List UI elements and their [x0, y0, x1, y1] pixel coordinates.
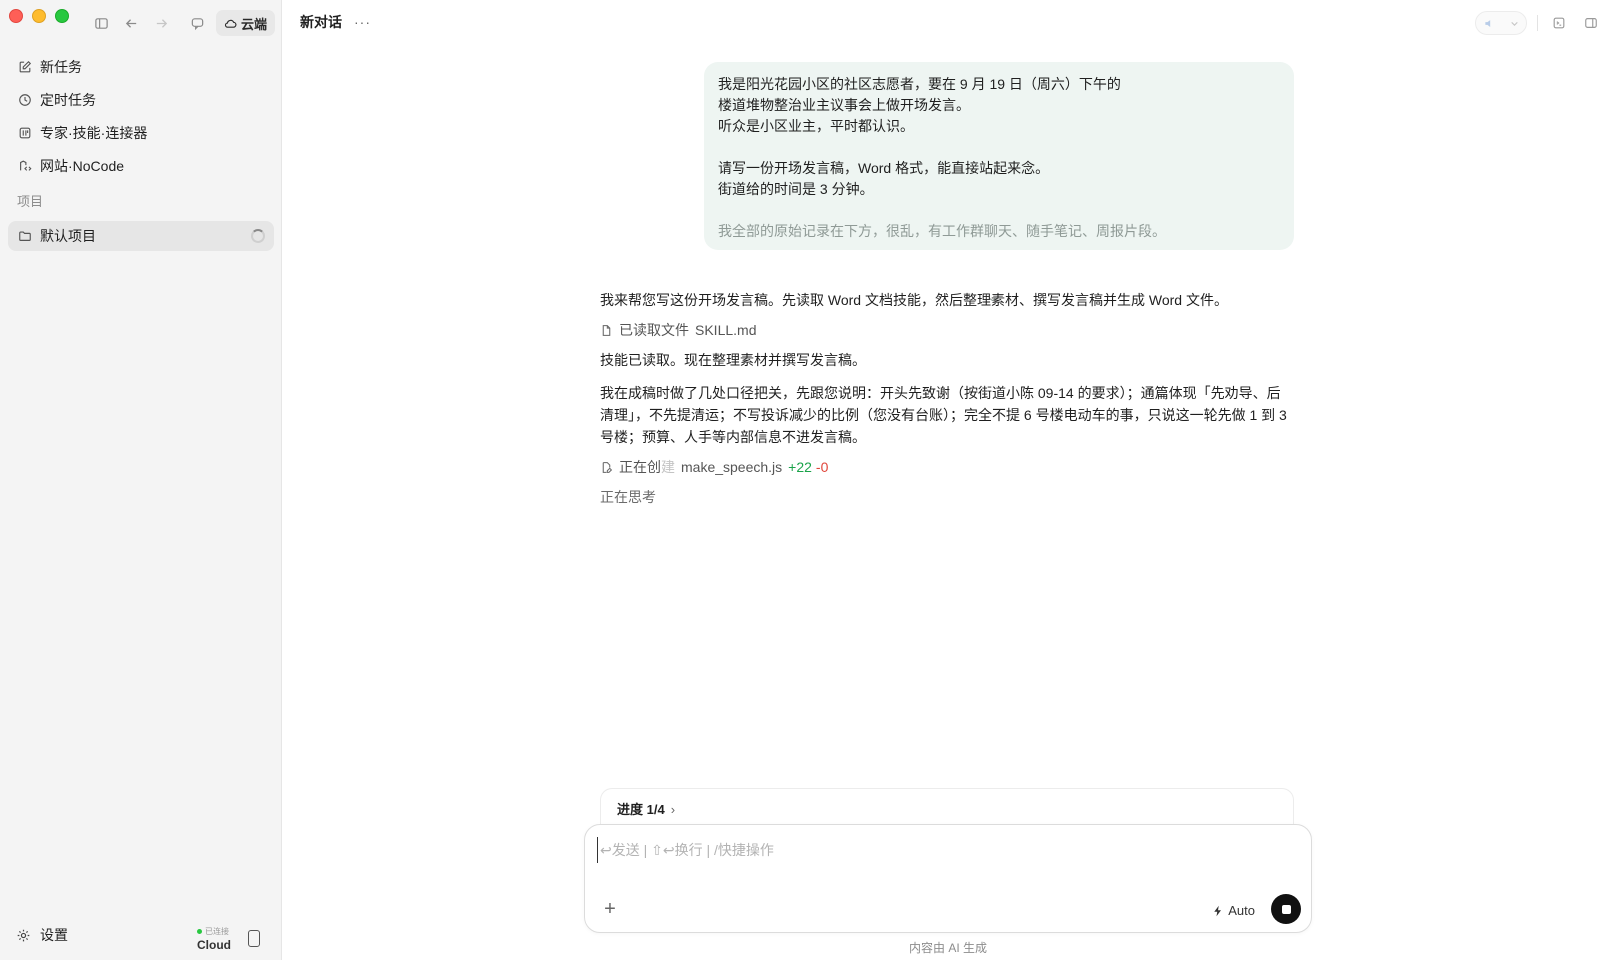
header-actions: [1475, 11, 1602, 35]
folder-icon: [19, 231, 31, 241]
file-edit-icon: [602, 462, 613, 473]
project-item-default[interactable]: 默认项目: [8, 221, 274, 251]
forward-arrow-icon[interactable]: [150, 12, 172, 34]
sidebar: 云端 新任务 定时任务 专家·技能·连接器 网站·NoCode 项目 默认项目 …: [0, 0, 282, 960]
code-icon: [20, 160, 32, 171]
sidebar-nav: 新任务 定时任务 专家·技能·连接器 网站·NoCode: [8, 50, 274, 182]
phone-icon[interactable]: [248, 930, 260, 947]
connection-dot-icon: [197, 929, 202, 934]
projects-section-label: 项目: [17, 194, 44, 209]
maximize-window-button[interactable]: [55, 9, 69, 23]
read-file-row[interactable]: 已读取文件 SKILL.md: [600, 320, 1290, 341]
creating-file-prefix-fade: 建: [661, 459, 675, 475]
sidebar-footer: 设置 已连接 Cloud: [0, 900, 282, 960]
stop-icon: [1281, 904, 1291, 914]
chat-bubble-icon[interactable]: [186, 12, 208, 34]
sidebar-toggle-icon[interactable]: [90, 12, 112, 34]
user-message-line: 街道给的时间是 3 分钟。: [718, 181, 874, 197]
cloud-icon: [224, 19, 237, 28]
more-options-button[interactable]: ···: [354, 14, 371, 30]
back-arrow-icon[interactable]: [120, 12, 142, 34]
clock-icon: [19, 93, 31, 106]
user-message-line: 听众是小区业主，平时都认识。: [718, 118, 914, 134]
user-message-note: 我全部的原始记录在下方，很乱，有工作群聊天、随手笔记、周报片段。: [718, 223, 1166, 239]
creating-file-prefix: 正在创: [619, 459, 661, 475]
window-controls: [9, 9, 69, 23]
sidebar-item-label: 专家·技能·连接器: [40, 124, 148, 141]
user-message-line: [718, 200, 1280, 221]
speaker-icon: [1484, 19, 1490, 27]
ai-disclaimer: 内容由 AI 生成: [908, 941, 987, 955]
model-mode-label: Auto: [1228, 903, 1255, 918]
progress-label: 进度 1/4: [617, 802, 665, 817]
header-divider: [1537, 15, 1538, 31]
right-panel-toggle-icon[interactable]: [1580, 12, 1602, 34]
toolbar: [90, 12, 208, 34]
creating-file-name: make_speech.js: [681, 459, 783, 475]
stop-button[interactable]: [1271, 894, 1301, 924]
settings-button[interactable]: 设置: [16, 925, 68, 945]
connection-status-text: 已连接: [205, 927, 229, 936]
creating-file-row[interactable]: 正在创建 make_speech.js +22 -0: [600, 457, 1290, 478]
sidebar-item-label: 网站·NoCode: [40, 157, 125, 174]
connection-name: Cloud: [197, 938, 231, 952]
cloud-mode-label: 云端: [241, 16, 268, 32]
sidebar-item-website-nocode[interactable]: 网站·NoCode: [8, 149, 274, 182]
lines-deleted: -0: [815, 459, 829, 475]
close-window-button[interactable]: [9, 9, 23, 23]
file-icon: [602, 325, 611, 336]
user-message: 我是阳光花园小区的社区志愿者，要在 9 月 19 日（周六）下午的 楼道堆物整治…: [704, 62, 1294, 304]
loading-spinner-icon: [251, 229, 265, 243]
read-file-prefix: 已读取文件: [619, 322, 689, 338]
connection-status[interactable]: 已连接 Cloud: [197, 926, 241, 952]
header: 新对话 ···: [300, 12, 371, 32]
message-input[interactable]: [597, 837, 1299, 863]
lightning-icon: [1214, 905, 1222, 916]
user-message-line: 我是阳光花园小区的社区志愿者，要在 9 月 19 日（周六）下午的: [718, 76, 1121, 92]
sidebar-item-label: 定时任务: [40, 91, 96, 108]
lines-added: +22: [788, 459, 812, 475]
user-message-line: 楼道堆物整治业主议事会上做开场发言。: [718, 97, 970, 113]
assistant-explanation: 我在成稿时做了几处口径把关，先跟您说明：开头先致谢（按街道小陈 09-14 的要…: [600, 385, 1287, 445]
speaker-mode-toggle[interactable]: [1475, 11, 1527, 35]
chevron-right-icon: ›: [670, 802, 676, 817]
chevron-down-icon: [1510, 21, 1518, 26]
sidebar-item-new-task[interactable]: 新任务: [8, 50, 274, 83]
assistant-intro: 我来帮您写这份开场发言稿。先读取 Word 文档技能，然后整理素材、撰写发言稿并…: [600, 292, 1228, 308]
minimize-window-button[interactable]: [32, 9, 46, 23]
terminal-icon[interactable]: [1548, 12, 1570, 34]
app-window: 云端 新任务 定时任务 专家·技能·连接器 网站·NoCode 项目 默认项目 …: [0, 0, 1610, 960]
model-mode-button[interactable]: Auto: [1212, 903, 1255, 918]
sidebar-item-experts-skills-connectors[interactable]: 专家·技能·连接器: [8, 116, 274, 149]
edit-icon: [19, 60, 32, 72]
cloud-mode-button[interactable]: 云端: [216, 10, 276, 36]
composer: + Auto: [584, 824, 1312, 933]
assistant-message: 我来帮您写这份开场发言稿。先读取 Word 文档技能，然后整理素材、撰写发言稿并…: [600, 290, 1290, 508]
progress-card[interactable]: 进度 1/4 ›: [600, 788, 1294, 826]
read-file-name: SKILL.md: [695, 322, 757, 338]
assistant-status-line: 技能已读取。现在整理素材并撰写发言稿。: [600, 352, 866, 368]
user-message-line: [718, 137, 1280, 158]
sidebar-item-scheduled-tasks[interactable]: 定时任务: [8, 83, 274, 116]
gear-icon: [17, 929, 30, 941]
grid-icon: [19, 127, 31, 138]
sidebar-item-label: 新任务: [40, 58, 82, 75]
project-item-label: 默认项目: [40, 228, 96, 244]
settings-label: 设置: [40, 927, 68, 943]
user-message-line: 请写一份开场发言稿，Word 格式，能直接站起来念。: [718, 160, 1050, 176]
page-title[interactable]: 新对话: [300, 12, 342, 32]
thinking-status: 正在思考: [600, 489, 656, 505]
add-attachment-button[interactable]: +: [601, 899, 619, 919]
main-panel: 新对话 ··· 我是阳光花园小区的社区志愿者，要在 9 月 19 日（周六）下午…: [282, 0, 1610, 960]
